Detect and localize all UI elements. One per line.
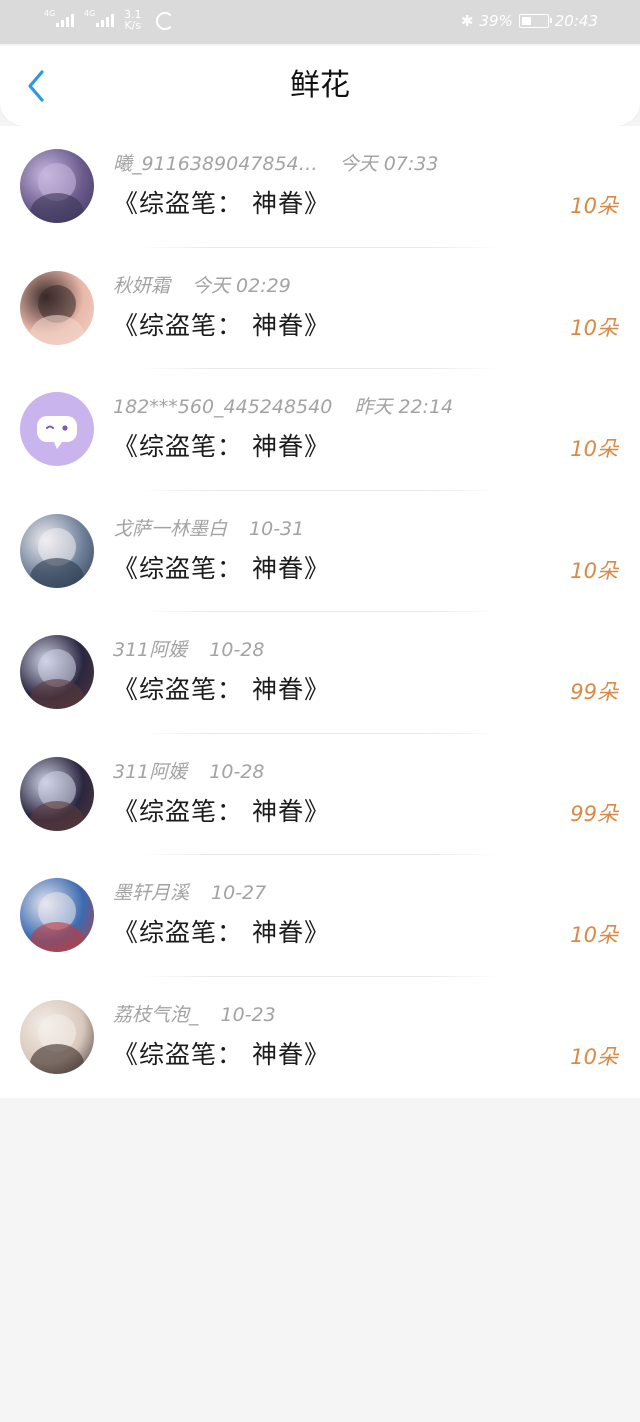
list-item[interactable]: 墨轩月溪 10-27 《综盗笔： 神眷》 10朵 [0, 855, 640, 977]
sender-meta: 182***560_445248540 昨天 22:14 [113, 395, 453, 419]
flower-count: 10朵 [570, 315, 618, 340]
sender-meta: 荔枝气泡_ 10-23 [113, 1003, 276, 1027]
sender-name[interactable]: 墨轩月溪 [113, 882, 189, 904]
sender-meta: 311阿媛 10-28 [113, 638, 264, 662]
flower-count: 10朵 [570, 1044, 618, 1069]
send-time: 10-28 [209, 639, 265, 661]
book-title: 《综盗笔： 神眷》 [113, 918, 330, 947]
sender-name[interactable]: 311阿媛 [113, 761, 187, 783]
bluetooth-icon: ✱ [460, 12, 474, 30]
book-title: 《综盗笔： 神眷》 [113, 796, 330, 826]
book-title: 《综盗笔： 神眷》 [113, 432, 330, 461]
status-bar: 4G 4G 3.1 K/s ✱ 39% 20:43 [0, 0, 640, 44]
sender-meta: 秋妍霜 今天 02:29 [113, 274, 291, 298]
send-time: 10-27 [211, 882, 267, 904]
list-item[interactable]: 荔枝气泡_ 10-23 《综盗笔： 神眷》 10朵 [0, 977, 640, 1099]
list-item[interactable]: 311阿媛 10-28 《综盗笔： 神眷》 99朵 [0, 734, 640, 855]
flower-count: 99朵 [570, 680, 618, 704]
avatar[interactable] [20, 270, 94, 345]
list-item[interactable]: 秋妍霜 今天 02:29 《综盗笔： 神眷》 10朵 [0, 248, 640, 369]
sender-name[interactable]: 荔枝气泡_ [113, 1004, 199, 1026]
send-time: 10-28 [209, 760, 265, 783]
avatar[interactable] [20, 513, 94, 588]
status-right: ✱ 39% 20:43 [461, 12, 598, 30]
book-title: 《综盗笔： 神眷》 [113, 553, 330, 583]
flower-count: 10朵 [570, 194, 618, 218]
app-header: 鲜花 [0, 46, 640, 126]
flower-count: 10朵 [570, 558, 618, 583]
signal-icon: 4G [44, 8, 76, 32]
flower-count: 10朵 [570, 437, 618, 461]
avatar[interactable] [20, 149, 94, 223]
avatar[interactable] [20, 392, 94, 466]
status-left: 4G 4G 3.1 K/s [44, 8, 174, 32]
send-time: 10-31 [249, 517, 305, 540]
avatar[interactable] [20, 878, 94, 952]
book-title: 《综盗笔： 神眷》 [113, 310, 330, 340]
sim2-label: 4G [84, 9, 96, 18]
book-title: 《综盗笔： 神眷》 [113, 675, 330, 704]
sender-name[interactable]: 182***560_445248540 [113, 396, 332, 418]
sim1-label: 4G [44, 9, 56, 18]
gift-list: 曦_9116389047854… 今天 07:33 《综盗笔： 神眷》 10朵 秋妍霜今… [0, 126, 640, 1098]
flower-count: 99朵 [570, 801, 618, 826]
book-title: 《综盗笔： 神眷》 [113, 1039, 330, 1069]
send-time: 今天 02:29 [192, 274, 291, 297]
sender-name[interactable]: 311阿媛 [113, 639, 187, 661]
sender-name[interactable]: 曦_9116389047854… [113, 153, 318, 175]
battery-icon [518, 14, 552, 28]
sender-meta: 311阿媛 10-28 [113, 760, 264, 784]
avatar[interactable] [20, 635, 94, 709]
flower-count: 10朵 [570, 923, 618, 947]
speed-unit: K/s [124, 19, 142, 32]
list-item[interactable]: 戈萨一林墨白 10-31 《综盗笔： 神眷》 10朵 [0, 491, 640, 612]
sender-name[interactable]: 戈萨一林墨白 [113, 518, 227, 540]
battery-percent: 39% [479, 12, 513, 30]
send-time: 10-23 [220, 1003, 276, 1026]
list-item[interactable]: 311阿媛 10-28 《综盗笔： 神眷》 99朵 [0, 612, 640, 734]
list-item[interactable]: 曦_9116389047854… 今天 07:33 《综盗笔： 神眷》 10朵 [0, 126, 640, 248]
loading-icon [155, 12, 174, 30]
battery-level [521, 17, 531, 25]
send-time: 今天 07:33 [339, 153, 439, 175]
list-item[interactable]: 182***560_445248540 昨天 22:14 《综盗笔： 神眷》 10朵 [0, 369, 640, 491]
chat-bubble-icon [37, 416, 77, 449]
network-speed: 3.1 K/s [124, 9, 142, 31]
page-title: 鲜花 [290, 68, 350, 103]
signal-icon: 4G [84, 8, 116, 32]
send-time: 昨天 22:14 [354, 396, 454, 418]
book-title: 《综盗笔： 神眷》 [113, 189, 330, 218]
avatar[interactable] [20, 999, 94, 1074]
sender-name[interactable]: 秋妍霜 [113, 275, 170, 297]
sender-meta: 曦_9116389047854… 今天 07:33 [113, 152, 438, 176]
clock: 20:43 [554, 12, 598, 30]
sender-meta: 戈萨一林墨白 10-31 [113, 517, 304, 541]
sender-meta: 墨轩月溪 10-27 [113, 881, 266, 905]
avatar[interactable] [20, 756, 94, 831]
